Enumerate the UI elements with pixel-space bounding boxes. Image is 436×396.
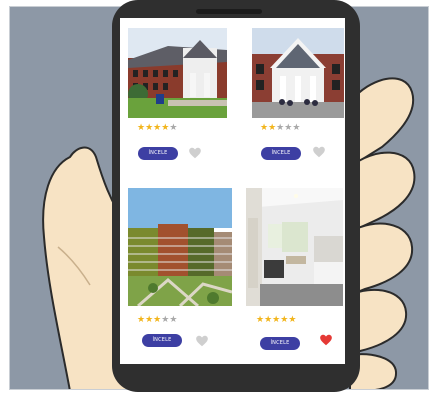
star-filled-icon: ★ bbox=[145, 123, 154, 133]
star-filled-icon: ★ bbox=[288, 315, 297, 325]
star-filled-icon: ★ bbox=[256, 315, 265, 325]
heart-icon[interactable] bbox=[195, 334, 209, 348]
rating-stars: ★★★★★ bbox=[137, 316, 177, 325]
dorm-room-interior-photo[interactable] bbox=[246, 188, 343, 306]
star-filled-icon: ★ bbox=[145, 315, 154, 325]
inspect-button[interactable]: İNCELE bbox=[142, 334, 182, 347]
star-filled-icon: ★ bbox=[264, 315, 273, 325]
star-filled-icon: ★ bbox=[137, 315, 146, 325]
star-filled-icon: ★ bbox=[137, 123, 146, 133]
star-filled-icon: ★ bbox=[268, 123, 277, 133]
apartment-blocks-courtyard-photo[interactable] bbox=[128, 188, 232, 306]
inspect-button[interactable]: İNCELE bbox=[260, 337, 300, 350]
rating-stars: ★★★★★ bbox=[256, 316, 296, 325]
heart-icon[interactable] bbox=[312, 145, 326, 159]
heart-icon[interactable] bbox=[188, 146, 202, 160]
white-gabled-hall-photo[interactable] bbox=[252, 28, 344, 118]
inspect-button[interactable]: İNCELE bbox=[138, 147, 178, 160]
rating-stars: ★★★★★ bbox=[260, 124, 300, 133]
inspect-button[interactable]: İNCELE bbox=[261, 147, 301, 160]
rating-stars: ★★★★★ bbox=[137, 124, 177, 133]
star-filled-icon: ★ bbox=[260, 123, 269, 133]
phone-screen[interactable]: ★★★★★ İNCELE ★★★★★ İNCELE ★★★★★ İNCELE ★… bbox=[120, 18, 345, 364]
brick-campus-building-photo[interactable] bbox=[128, 28, 227, 118]
phone-speaker bbox=[196, 9, 262, 14]
star-empty-icon: ★ bbox=[169, 315, 178, 325]
star-empty-icon: ★ bbox=[292, 123, 301, 133]
star-empty-icon: ★ bbox=[169, 123, 178, 133]
heart-filled-icon[interactable] bbox=[319, 333, 333, 347]
